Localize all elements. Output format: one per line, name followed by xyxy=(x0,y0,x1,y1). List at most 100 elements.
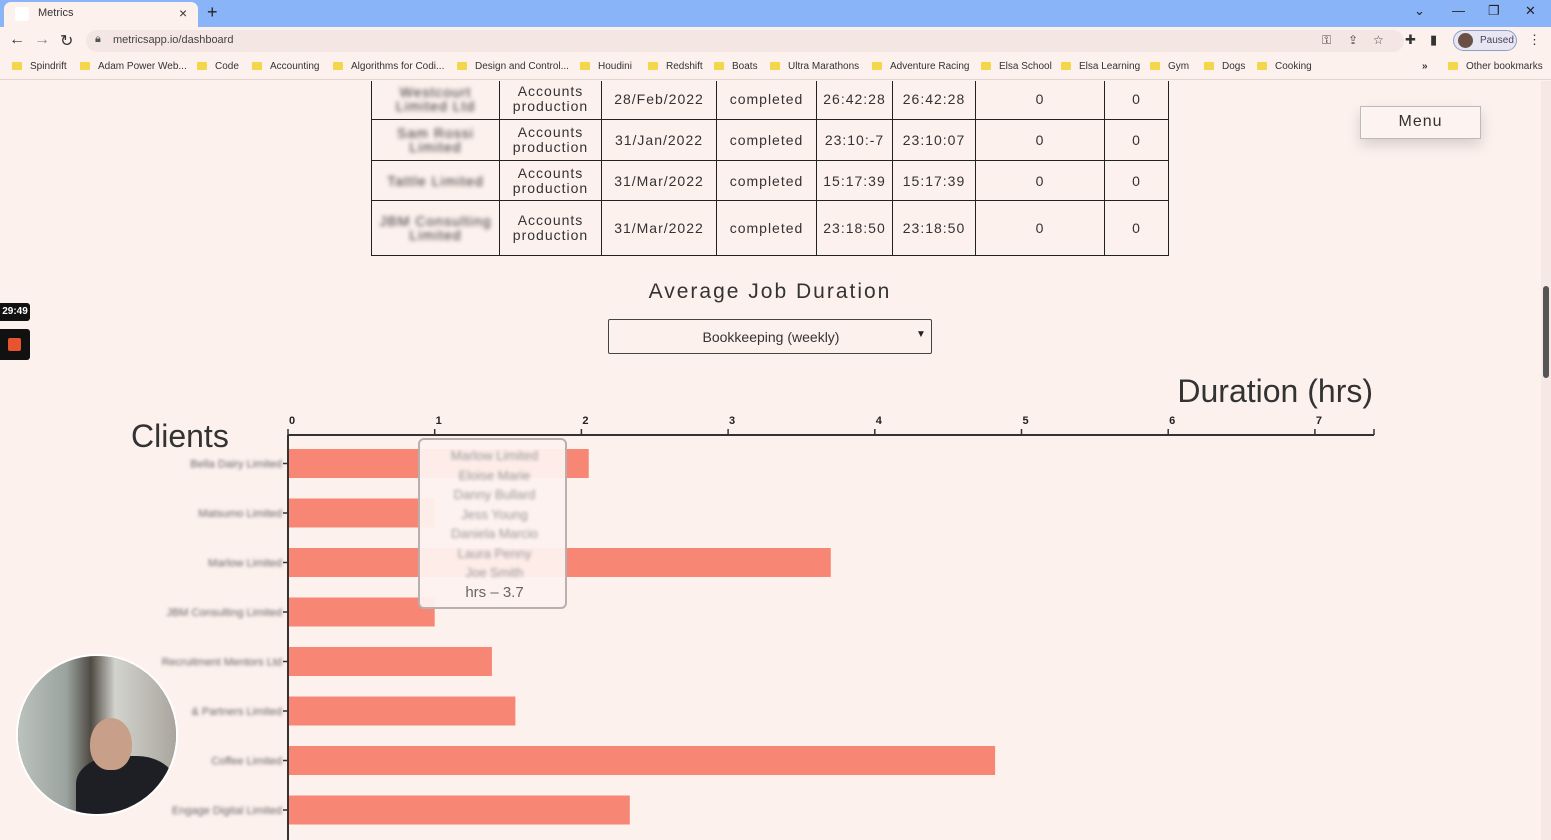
x-axis-label: Duration (hrs) xyxy=(1177,373,1373,409)
y-category-label: Bella Dairy Limited xyxy=(190,459,282,471)
y-axis-categories: Bella Dairy Limited Matsumo Limited Marlow… xyxy=(162,459,288,817)
y-category-label: JBM Consulting Limited xyxy=(166,607,282,619)
bar[interactable] xyxy=(289,498,435,528)
bookmarks-overflow-icon[interactable]: » xyxy=(1422,61,1428,72)
bookmark-item[interactable]: Elsa Learning xyxy=(1061,61,1140,72)
scrollbar-thumb[interactable] xyxy=(1543,286,1549,378)
bar[interactable] xyxy=(289,647,492,676)
folder-icon xyxy=(333,62,343,70)
folder-icon xyxy=(80,62,90,70)
minimize-icon[interactable]: — xyxy=(1452,3,1465,18)
folder-icon xyxy=(714,62,724,70)
reload-icon[interactable]: ↻ xyxy=(60,31,73,51)
bookmark-item[interactable]: Redshift xyxy=(648,61,703,72)
bookmarks-bar: Spindrift Adam Power Web... Code Account… xyxy=(0,55,1551,80)
restore-icon[interactable]: ❐ xyxy=(1488,3,1500,19)
bookmark-item[interactable]: Design and Control... xyxy=(457,61,569,72)
y-axis-label: Clients xyxy=(131,418,229,454)
dashboard-page: Westcourt Limited Ltd Accounts productio… xyxy=(0,81,1551,840)
bookmark-item[interactable]: Ultra Marathons xyxy=(770,61,859,72)
x-tick-label: 4 xyxy=(876,415,883,427)
close-window-icon[interactable]: ✕ xyxy=(1525,3,1536,19)
x-tick-label: 7 xyxy=(1316,415,1322,427)
profile-status: Paused xyxy=(1480,35,1514,46)
profile-button[interactable]: Paused xyxy=(1453,30,1517,51)
bookmark-item[interactable]: Code xyxy=(197,61,239,72)
folder-icon xyxy=(1204,62,1214,70)
x-tick-label: 2 xyxy=(582,415,588,427)
y-category-label: & Partners Limited xyxy=(192,706,282,718)
bar[interactable] xyxy=(289,746,996,775)
browser-tab[interactable]: Metrics × xyxy=(4,2,198,27)
y-category-label: Coffee Limited xyxy=(211,756,282,768)
bookmark-item[interactable]: Adam Power Web... xyxy=(80,61,187,72)
extensions-icon[interactable]: ✚ xyxy=(1405,32,1416,48)
new-tab-icon[interactable]: + xyxy=(207,2,218,23)
x-tick-label: 6 xyxy=(1169,415,1175,427)
tab-title: Metrics xyxy=(38,7,74,19)
star-icon[interactable]: ☆ xyxy=(1373,33,1384,47)
tooltip-hours: hrs – 3.7 xyxy=(465,584,524,601)
y-category-label: Engage Digital Limited xyxy=(172,805,282,817)
tooltip-name: Joe Smith xyxy=(465,565,524,580)
folder-icon xyxy=(252,62,262,70)
folder-icon xyxy=(648,62,658,70)
url-text: metricsapp.io/dashboard xyxy=(113,34,234,46)
tooltip-name: Laura Penny xyxy=(457,545,532,561)
share-icon[interactable]: ⇪ xyxy=(1348,33,1358,47)
folder-icon xyxy=(1257,62,1267,70)
key-icon[interactable]: ⚿ xyxy=(1322,33,1331,48)
y-category-label: Marlow Limited xyxy=(208,558,282,570)
folder-icon xyxy=(12,62,22,70)
webcam-overlay xyxy=(16,654,178,816)
tooltip-name: Jess Young xyxy=(461,506,528,522)
bar[interactable] xyxy=(289,597,435,627)
back-icon[interactable]: ← xyxy=(9,31,25,49)
tooltip-name: Eloise Marie xyxy=(458,467,531,483)
webcam-person-face xyxy=(90,718,132,770)
bookmark-item[interactable]: Spindrift xyxy=(12,61,67,72)
folder-icon xyxy=(981,62,991,70)
folder-icon xyxy=(1061,62,1071,70)
y-category-label: Recruitment Mentors Ltd xyxy=(162,657,282,669)
lock-icon[interactable]: 🔒︎ xyxy=(95,33,101,46)
browser-toolbar: ← → ↻ 🔒︎ metricsapp.io/dashboard ⚿ ⇪ ☆ ✚… xyxy=(0,27,1551,55)
bar[interactable] xyxy=(289,795,630,825)
x-tick-label: 1 xyxy=(436,415,442,427)
chart-tooltip: Marlow Limited Eloise Marie Danny Bullar… xyxy=(418,438,567,609)
average-duration-chart: Duration (hrs) Clients 0 1 2 3 4 5 6 7 Bella Da… xyxy=(131,373,1375,840)
folder-icon xyxy=(1150,62,1160,70)
bookmark-item[interactable]: Cooking xyxy=(1257,61,1312,72)
bar[interactable] xyxy=(289,696,516,726)
tooltip-name: Marlow Limited xyxy=(450,448,539,463)
tooltip-name: Daniela Marcio xyxy=(451,526,538,541)
bookmark-item[interactable]: Houdini xyxy=(580,61,632,72)
x-tick-label: 5 xyxy=(1022,415,1028,427)
folder-icon xyxy=(770,62,780,70)
side-panel-icon[interactable]: ▮ xyxy=(1430,32,1437,48)
tooltip-names: Marlow Limited Eloise Marie Danny Bullar… xyxy=(426,446,563,583)
address-bar[interactable]: 🔒︎ metricsapp.io/dashboard ⚿ ⇪ ☆ xyxy=(86,30,1404,52)
bookmark-item[interactable]: Boats xyxy=(714,61,758,72)
close-tab-icon[interactable]: × xyxy=(179,5,187,21)
folder-icon xyxy=(580,62,590,70)
folder-icon xyxy=(1448,62,1458,70)
avatar xyxy=(1458,33,1473,48)
webcam-person-body xyxy=(76,756,176,814)
bars-group xyxy=(289,449,996,825)
bookmark-item[interactable]: Gym xyxy=(1150,61,1189,72)
x-tick-label: 3 xyxy=(729,415,735,427)
bookmark-item[interactable]: Adventure Racing xyxy=(872,61,970,72)
forward-icon[interactable]: → xyxy=(34,31,50,49)
folder-icon xyxy=(197,62,207,70)
bookmark-item[interactable]: Dogs xyxy=(1204,61,1245,72)
bookmark-item[interactable]: Accounting xyxy=(252,61,319,72)
page-scrollbar[interactable] xyxy=(1541,81,1551,840)
browser-tab-bar: Metrics × + ⌄ — ❐ ✕ xyxy=(0,0,1551,27)
other-bookmarks[interactable]: Other bookmarks xyxy=(1448,61,1543,72)
bookmark-item[interactable]: Elsa School xyxy=(981,61,1052,72)
bookmark-item[interactable]: Algorithms for Codi... xyxy=(333,61,444,72)
tab-search-icon[interactable]: ⌄ xyxy=(1414,3,1425,19)
more-menu-icon[interactable]: ⋮ xyxy=(1528,32,1541,48)
x-tick-label: 0 xyxy=(289,415,295,427)
